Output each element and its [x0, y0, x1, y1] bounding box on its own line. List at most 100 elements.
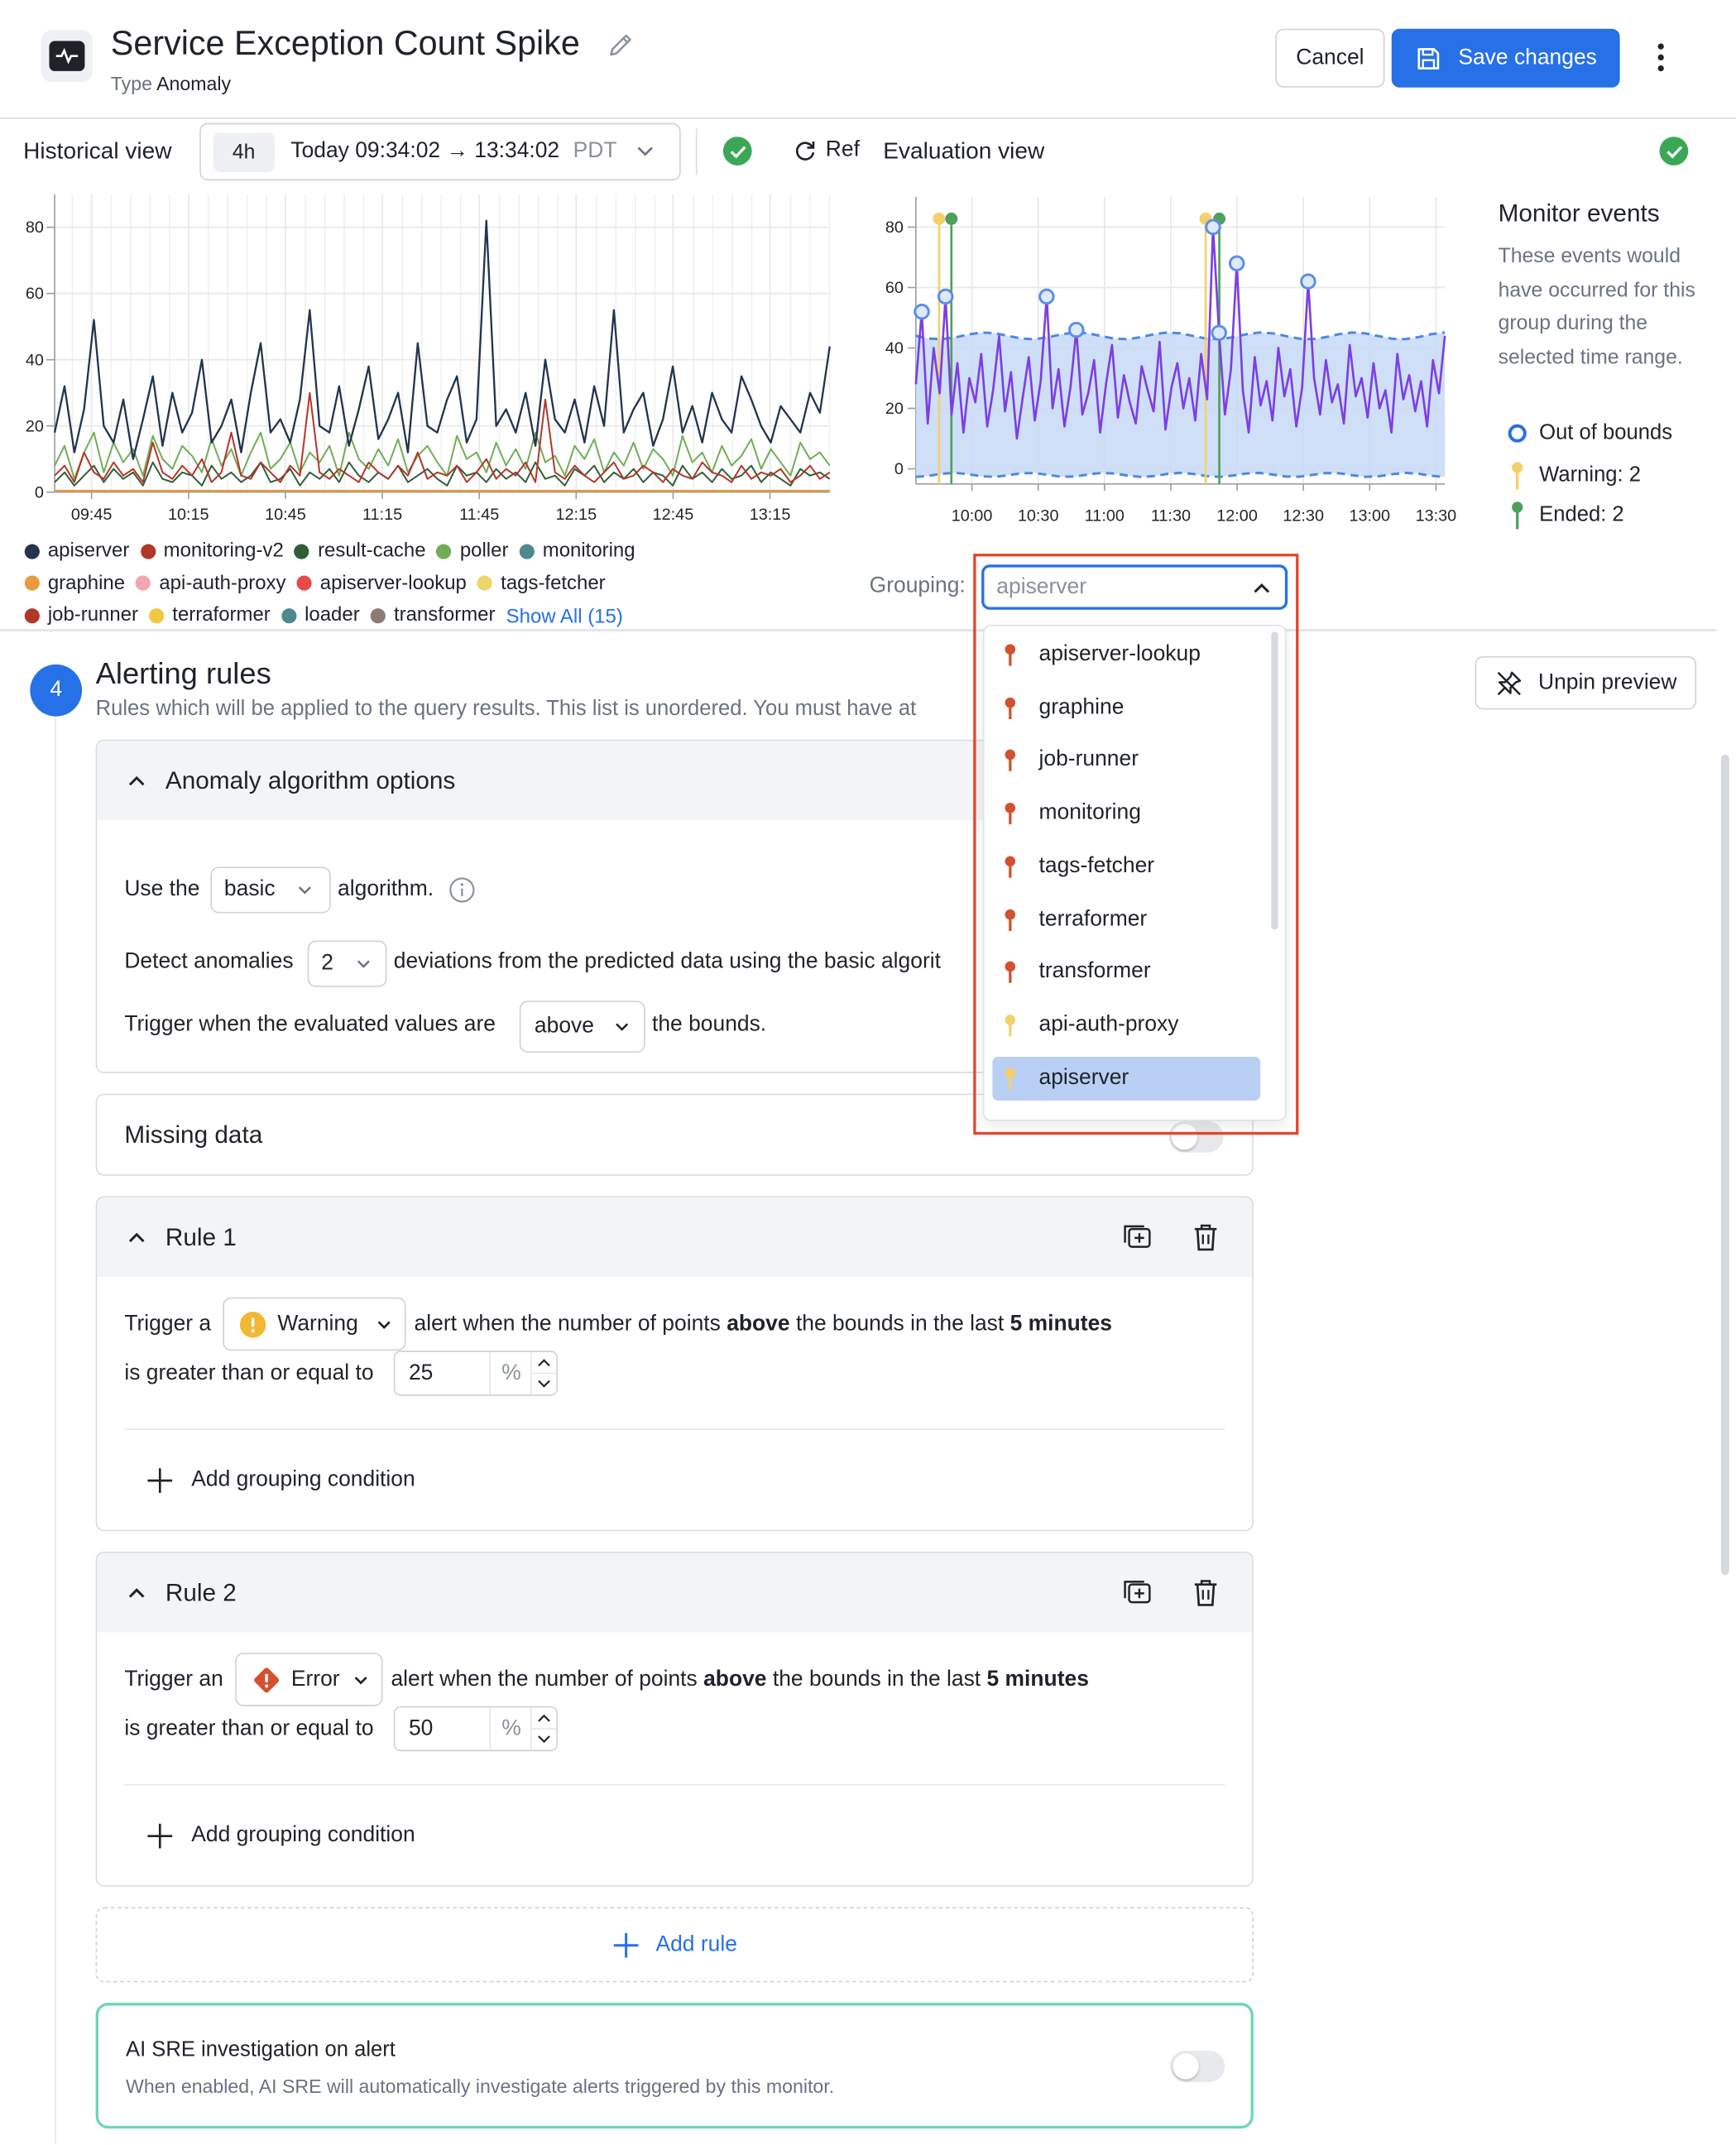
threshold-input[interactable]: 25% [393, 1351, 559, 1396]
detect-anomalies-suffix: deviations from the predicted data using… [393, 950, 941, 974]
out-of-bounds-point[interactable] [1300, 273, 1316, 290]
legend-swatch [24, 575, 40, 591]
rule-header[interactable]: Rule 1 [97, 1197, 1253, 1277]
add-grouping-condition-button[interactable]: Add grouping condition [146, 1822, 415, 1850]
rule-gte-label: is greater than or equal to [124, 1361, 374, 1385]
threshold-value: 25 [408, 1360, 434, 1384]
alerting-rules-subtitle: Rules which will be applied to the query… [95, 697, 917, 721]
monitor-type-icon [41, 30, 94, 83]
legend-swatch [294, 543, 310, 559]
y-tick-label: 20 [885, 400, 904, 418]
highlight-box [973, 554, 1299, 1135]
event-marker-head[interactable] [945, 212, 958, 225]
legend-label: monitoring [542, 540, 635, 562]
y-tick-label: 60 [26, 285, 44, 303]
rule-divider [124, 1783, 1225, 1786]
out-of-bounds-point[interactable] [938, 288, 954, 305]
legend-item[interactable]: poller [436, 536, 508, 566]
severity-value: Warning [277, 1312, 358, 1336]
algorithm-value: basic [223, 877, 276, 901]
step-connector [55, 716, 56, 2144]
legend-swatch [140, 543, 156, 559]
cancel-button[interactable]: Cancel [1275, 28, 1385, 88]
threshold-unit: % [501, 1360, 521, 1384]
algorithm-select[interactable]: basic [210, 866, 331, 914]
x-tick-label: 11:30 [1151, 506, 1191, 525]
refresh-icon [795, 141, 815, 161]
out-of-bounds-point[interactable] [1205, 218, 1221, 236]
severity-select[interactable]: Error [235, 1653, 383, 1706]
out-of-bounds-point[interactable] [1211, 324, 1227, 341]
legend-item[interactable]: monitoring-v2 [140, 536, 284, 566]
more-options-icon[interactable] [1647, 41, 1675, 74]
edit-title-icon[interactable] [606, 30, 635, 60]
warning-pin-icon [1512, 462, 1523, 490]
legend-swatch [24, 607, 40, 623]
duplicate-rule-icon[interactable] [1122, 1222, 1152, 1252]
legend-swatch [296, 575, 312, 591]
ended-legend: Ended: 2 [1507, 501, 1624, 530]
legend-item[interactable]: result-cache [294, 536, 426, 566]
use-the-label: Use the [124, 877, 200, 901]
legend-item[interactable]: apiserver-lookup [296, 568, 467, 597]
stepper-icon[interactable] [531, 1352, 557, 1394]
stepper-icon[interactable] [531, 1707, 557, 1749]
out-of-bounds-point[interactable] [914, 303, 930, 320]
save-changes-button[interactable]: Save changes [1391, 28, 1620, 88]
legend-label: terraformer [172, 604, 271, 626]
deviations-select[interactable]: 2 [307, 940, 387, 987]
add-rule-button[interactable]: Add rule [95, 1907, 1254, 1983]
alerting-rules-title: Alerting rules [95, 655, 271, 691]
grouping-label: Grouping: [869, 573, 966, 597]
legend-label: result-cache [318, 540, 426, 562]
warning-count: Warning: 2 [1539, 463, 1642, 487]
direction-value: above [534, 1014, 594, 1038]
info-icon[interactable] [448, 876, 476, 904]
ai-sre-description: When enabled, AI SRE will automatically … [125, 2075, 835, 2098]
delete-rule-icon[interactable] [1191, 1222, 1220, 1252]
out-of-bounds-point[interactable] [1228, 255, 1245, 271]
page-scrollbar[interactable] [1720, 754, 1729, 1576]
legend-item[interactable]: api-auth-proxy [136, 568, 285, 597]
legend-item[interactable]: terraformer [149, 600, 271, 630]
legend-swatch [136, 575, 151, 591]
event-marker-head[interactable] [933, 212, 946, 225]
duplicate-rule-icon[interactable] [1122, 1577, 1152, 1607]
threshold-input[interactable]: 50% [393, 1706, 559, 1752]
add-grouping-condition-button[interactable]: Add grouping condition [146, 1467, 415, 1495]
unpin-preview-button[interactable]: Unpin preview [1475, 655, 1697, 710]
y-tick-label: 0 [35, 483, 44, 501]
save-icon [1417, 47, 1439, 70]
out-of-bounds-point[interactable] [1038, 288, 1055, 305]
legend-item[interactable]: transformer [370, 600, 495, 630]
legend-label: job-runner [47, 604, 139, 626]
x-tick-label: 11:45 [459, 506, 499, 524]
legend-item[interactable]: monitoring [519, 536, 635, 566]
time-range-picker[interactable]: 4h Today 09:34:02 → 13:34:02 PDT [199, 122, 681, 181]
x-tick-label: 13:30 [1416, 506, 1457, 525]
historical-ok-icon [722, 137, 752, 166]
delete-rule-icon[interactable] [1191, 1577, 1220, 1607]
legend-item[interactable]: loader [281, 600, 360, 630]
evaluation-chart: 10:00 10:30 11:00 11:30 12:00 12:30 13:00 13:30… [885, 196, 1457, 525]
range-pill: 4h [213, 132, 275, 172]
legend-label: graphine [47, 572, 126, 594]
legend-item[interactable]: job-runner [24, 600, 139, 630]
severity-select[interactable]: Warning [223, 1297, 406, 1351]
legend-item[interactable]: tags-fetcher [477, 568, 606, 597]
rule-header[interactable]: Rule 2 [97, 1552, 1253, 1633]
historical-view-label: Historical view [23, 137, 172, 165]
legend-item[interactable]: apiserver [24, 536, 129, 566]
rule-gte-label: is greater than or equal to [124, 1716, 374, 1740]
detect-anomalies-label: Detect anomalies [124, 950, 294, 974]
out-of-bounds-point[interactable] [1068, 321, 1085, 338]
refresh-label: Ref [825, 137, 860, 161]
show-all-link[interactable]: Show All (15) [506, 607, 623, 628]
ai-sre-toggle[interactable] [1170, 2051, 1225, 2082]
legend-label: monitoring-v2 [163, 540, 284, 562]
legend-item[interactable]: graphine [24, 568, 126, 597]
refresh-button[interactable]: Ref [793, 138, 860, 163]
direction-select[interactable]: above [519, 1001, 645, 1053]
chevron-down-icon [298, 886, 311, 895]
legend-swatch [477, 575, 493, 591]
